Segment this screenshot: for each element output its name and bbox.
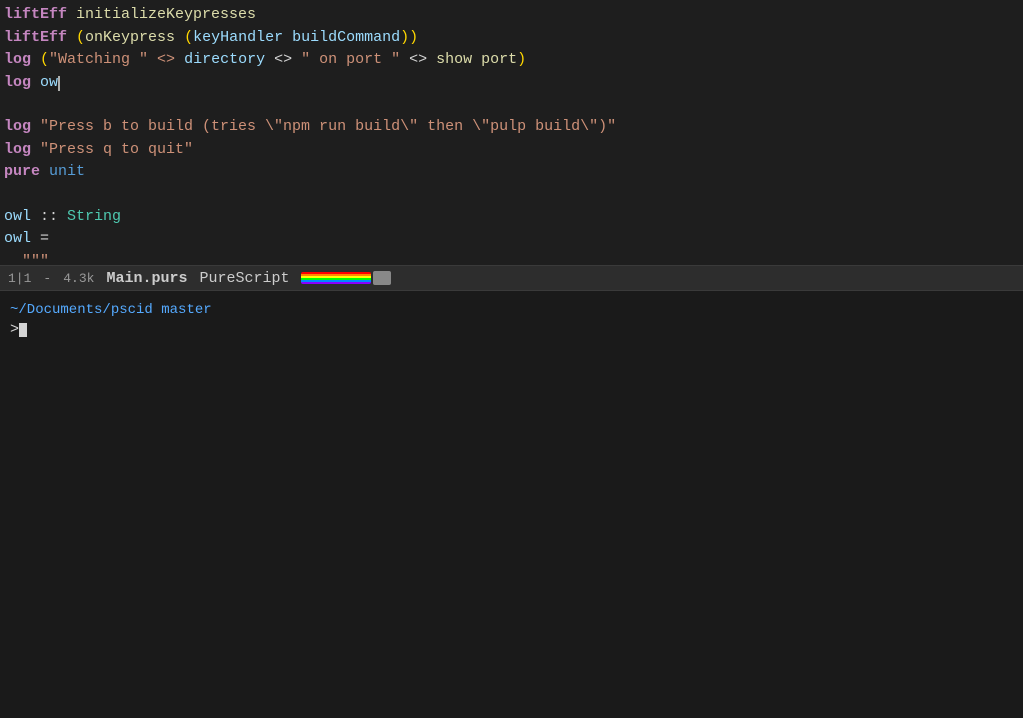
file-size: - bbox=[43, 271, 51, 286]
terminal-cursor bbox=[19, 323, 27, 337]
code-line-10: """ bbox=[0, 251, 1023, 266]
terminal-prompt-arrow: > bbox=[10, 321, 19, 338]
code-line-1: liftEff initializeKeypresses bbox=[0, 4, 1023, 27]
terminal-path-line: ~/Documents/pscid master bbox=[10, 299, 1013, 321]
nyan-icon bbox=[373, 271, 391, 285]
code-line-2: liftEff (onKeypress (keyHandler buildCom… bbox=[0, 27, 1023, 50]
cursor-position: 1|1 bbox=[8, 271, 31, 286]
code-line-7: pure unit bbox=[0, 161, 1023, 184]
terminal-input-line[interactable]: > bbox=[10, 321, 1013, 338]
terminal-path: ~/Documents/pscid bbox=[10, 302, 153, 318]
file-size-value: 4.3k bbox=[63, 271, 94, 286]
nyan-cat-decoration bbox=[301, 271, 391, 285]
language[interactable]: PureScript bbox=[199, 270, 289, 287]
status-bar: 1|1 - 4.3k Main.purs PureScript bbox=[0, 265, 1023, 291]
terminal-branch: master bbox=[161, 302, 211, 318]
code-line-6: log "Press q to quit" bbox=[0, 139, 1023, 162]
code-line-empty-1 bbox=[0, 94, 1023, 116]
terminal-pane[interactable]: ~/Documents/pscid master > bbox=[0, 291, 1023, 718]
code-line-4: log ow bbox=[0, 72, 1023, 95]
code-line-5: log "Press b to build (tries \"npm run b… bbox=[0, 116, 1023, 139]
code-line-3: log ("Watching " <> directory <> " on po… bbox=[0, 49, 1023, 72]
code-line-empty-2 bbox=[0, 184, 1023, 206]
nyan-rainbow bbox=[301, 272, 371, 284]
filename[interactable]: Main.purs bbox=[106, 270, 187, 287]
code-line-9: owl = bbox=[0, 228, 1023, 251]
editor-pane[interactable]: liftEff initializeKeypresses liftEff (on… bbox=[0, 0, 1023, 265]
code-line-8: owl :: String bbox=[0, 206, 1023, 229]
